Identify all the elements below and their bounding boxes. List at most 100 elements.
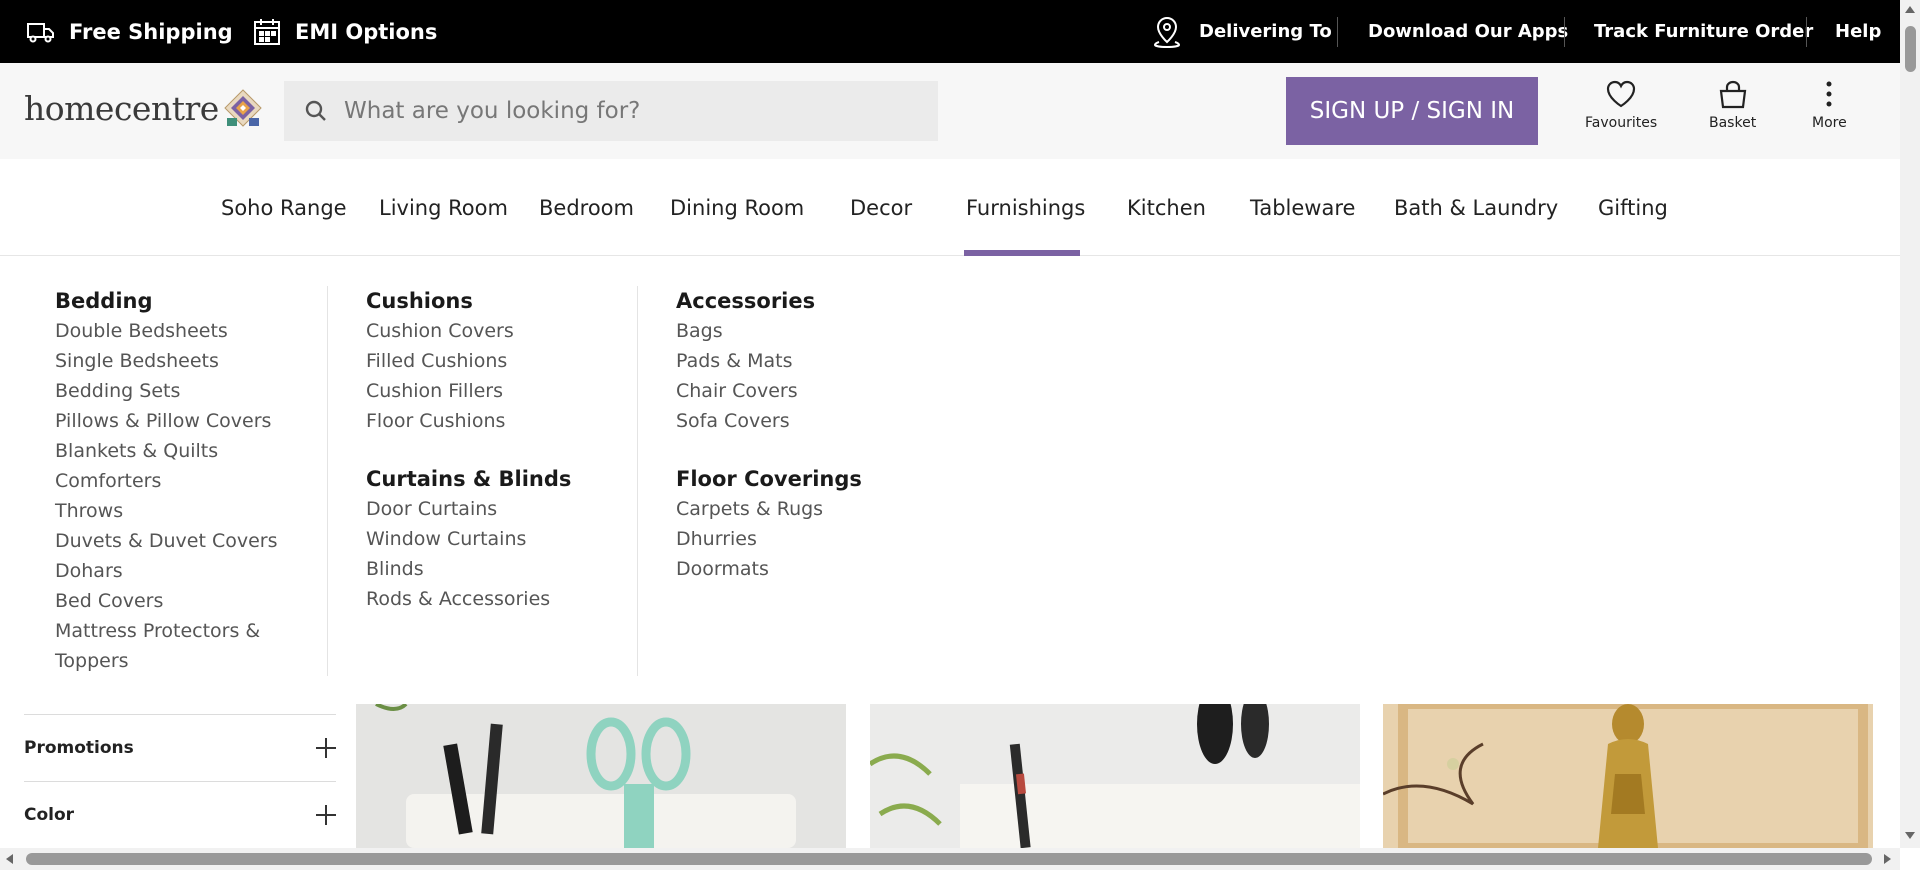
basket-icon <box>1719 80 1746 109</box>
menu-link[interactable]: Blankets & Quilts <box>55 436 277 466</box>
menu-link[interactable]: Bags <box>676 316 862 346</box>
search-bar[interactable] <box>284 81 938 141</box>
vertical-scroll-thumb[interactable] <box>1905 26 1916 72</box>
menu-link[interactable]: Pads & Mats <box>676 346 862 376</box>
menu-link[interactable]: Chair Covers <box>676 376 862 406</box>
menu-link[interactable]: Carpets & Rugs <box>676 494 862 524</box>
free-shipping-label: Free Shipping <box>69 19 233 44</box>
more-label: More <box>1812 115 1847 131</box>
scroll-right-arrow-icon[interactable] <box>1884 854 1891 864</box>
plus-icon[interactable] <box>316 737 336 758</box>
menu-group-floor-coverings: Floor Coverings Carpets & Rugs Dhurries … <box>676 464 862 584</box>
logo-text: homecentre <box>24 88 219 128</box>
menu-link[interactable]: Bed Covers <box>55 586 277 616</box>
filter-color[interactable]: Color <box>24 781 336 847</box>
track-order-label: Track Furniture Order <box>1594 21 1814 42</box>
menu-link[interactable]: Mattress Protectors & <box>55 616 277 646</box>
menu-link[interactable]: Cushion Covers <box>366 316 571 346</box>
menu-column-divider <box>327 286 328 676</box>
filter-label: Promotions <box>24 737 134 758</box>
product-listing-area: Promotions Color <box>0 704 1900 848</box>
sign-in-button[interactable]: SIGN UP / SIGN IN <box>1286 77 1538 145</box>
menu-link[interactable]: Sofa Covers <box>676 406 862 436</box>
vertical-scrollbar[interactable] <box>1900 0 1920 848</box>
menu-link[interactable]: Rods & Accessories <box>366 584 571 614</box>
menu-link[interactable]: Filled Cushions <box>366 346 571 376</box>
menu-group-accessories: Accessories Bags Pads & Mats Chair Cover… <box>676 286 862 436</box>
horizontal-scroll-thumb[interactable] <box>26 853 1872 865</box>
free-shipping-link[interactable]: Free Shipping <box>27 0 233 63</box>
mega-column-1: Bedding Double Bedsheets Single Bedsheet… <box>55 286 277 704</box>
filter-label: Color <box>24 804 75 825</box>
product-card-image[interactable] <box>870 704 1360 848</box>
horizontal-scrollbar[interactable] <box>0 848 1900 870</box>
search-input[interactable] <box>344 98 904 124</box>
emi-options-label: EMI Options <box>295 19 438 44</box>
menu-link[interactable]: Window Curtains <box>366 524 571 554</box>
scroll-up-arrow-icon[interactable] <box>1905 6 1915 13</box>
menu-link[interactable]: Single Bedsheets <box>55 346 277 376</box>
menu-group-title[interactable]: Curtains & Blinds <box>366 464 571 494</box>
filter-promotions[interactable]: Promotions <box>24 714 336 780</box>
logo-emblem-icon <box>223 88 263 128</box>
help-label: Help <box>1835 21 1882 42</box>
download-apps-label: Download Our Apps <box>1368 21 1569 42</box>
menu-link[interactable]: Duvets & Duvet Covers <box>55 526 277 556</box>
emi-options-link[interactable]: EMI Options <box>253 0 437 63</box>
nav-item-dining-room[interactable]: Dining Room <box>670 159 804 256</box>
plus-icon[interactable] <box>316 804 336 825</box>
menu-link[interactable]: Doormats <box>676 554 862 584</box>
menu-group-title[interactable]: Floor Coverings <box>676 464 862 494</box>
menu-group-title[interactable]: Bedding <box>55 286 277 316</box>
menu-link[interactable]: Blinds <box>366 554 571 584</box>
favourites-button[interactable]: Favourites <box>1585 79 1657 131</box>
basket-label: Basket <box>1709 115 1757 131</box>
mega-menu: Bedding Double Bedsheets Single Bedsheet… <box>0 256 1900 704</box>
nav-item-furnishings[interactable]: Furnishings <box>966 159 1085 256</box>
download-apps-link[interactable]: Download Our Apps <box>1368 0 1568 63</box>
top-bar: Free Shipping EMI Options Delivering To … <box>0 0 1900 63</box>
delivering-to-link[interactable]: Delivering To <box>1153 0 1332 63</box>
heart-icon <box>1606 80 1636 108</box>
help-link[interactable]: Help <box>1835 0 1881 63</box>
menu-link[interactable]: Double Bedsheets <box>55 316 277 346</box>
menu-link[interactable]: Door Curtains <box>366 494 571 524</box>
menu-group-curtains-blinds: Curtains & Blinds Door Curtains Window C… <box>366 464 571 614</box>
topbar-divider <box>1337 17 1338 47</box>
nav-item-soho-range[interactable]: Soho Range <box>221 159 347 256</box>
product-card-image[interactable] <box>356 704 846 848</box>
nav-item-bedroom[interactable]: Bedroom <box>539 159 634 256</box>
menu-group-title[interactable]: Cushions <box>366 286 571 316</box>
menu-link[interactable]: Cushion Fillers <box>366 376 571 406</box>
menu-link[interactable]: Floor Cushions <box>366 406 571 436</box>
search-icon[interactable] <box>296 91 336 131</box>
location-pin-icon <box>1153 16 1181 48</box>
track-order-link[interactable]: Track Furniture Order <box>1594 0 1813 63</box>
menu-link[interactable]: Throws <box>55 496 277 526</box>
mega-column-3: Accessories Bags Pads & Mats Chair Cover… <box>676 286 862 612</box>
nav-item-tableware[interactable]: Tableware <box>1250 159 1355 256</box>
menu-group-cushions: Cushions Cushion Covers Filled Cushions … <box>366 286 571 436</box>
more-button[interactable]: More <box>1812 79 1847 131</box>
scroll-down-arrow-icon[interactable] <box>1905 832 1915 839</box>
favourites-label: Favourites <box>1585 115 1658 131</box>
nav-item-decor[interactable]: Decor <box>850 159 912 256</box>
basket-button[interactable]: Basket <box>1709 79 1756 131</box>
nav-item-bath-laundry[interactable]: Bath & Laundry <box>1394 159 1558 256</box>
menu-link[interactable]: Dhurries <box>676 524 862 554</box>
menu-group-title[interactable]: Accessories <box>676 286 862 316</box>
delivering-to-label: Delivering To <box>1199 21 1332 42</box>
menu-link[interactable]: Toppers <box>55 646 277 676</box>
logo[interactable]: homecentre <box>24 83 263 133</box>
scroll-left-arrow-icon[interactable] <box>6 854 13 864</box>
menu-link[interactable]: Pillows & Pillow Covers <box>55 406 277 436</box>
product-card-image[interactable] <box>1383 704 1873 848</box>
nav-item-living-room[interactable]: Living Room <box>379 159 508 256</box>
menu-link[interactable]: Comforters <box>55 466 277 496</box>
nav-item-kitchen[interactable]: Kitchen <box>1127 159 1206 256</box>
nav-item-gifting[interactable]: Gifting <box>1598 159 1668 256</box>
menu-link[interactable]: Bedding Sets <box>55 376 277 406</box>
calendar-icon <box>253 18 281 46</box>
menu-link[interactable]: Dohars <box>55 556 277 586</box>
more-vertical-icon <box>1826 81 1832 107</box>
